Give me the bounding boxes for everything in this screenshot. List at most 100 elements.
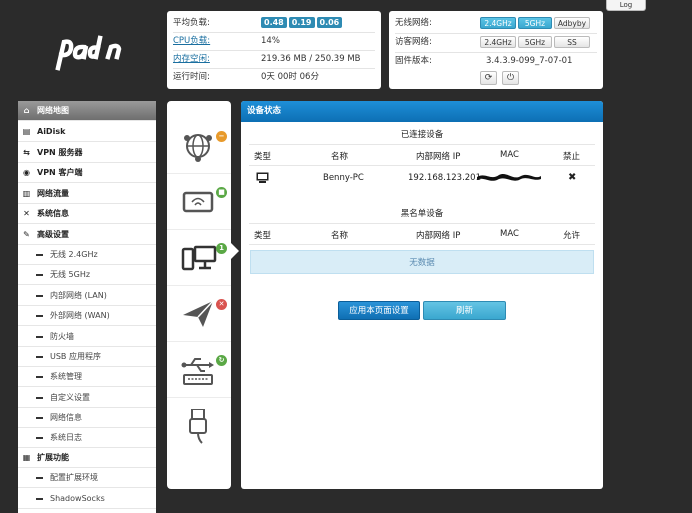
devices-icon bbox=[181, 245, 217, 271]
sidebar-item-label: 网络地图 bbox=[37, 106, 69, 115]
wrench-icon: ✎ bbox=[23, 230, 30, 239]
refresh-icon[interactable]: ⟳ bbox=[480, 71, 497, 85]
dash-icon bbox=[36, 396, 43, 399]
sidebar-item-netinfo[interactable]: 网络信息 bbox=[18, 408, 156, 428]
refresh-button[interactable]: 刷新 bbox=[423, 301, 506, 320]
usb-icon bbox=[181, 358, 214, 385]
ss-button[interactable]: SS bbox=[554, 36, 590, 48]
sidebar-item-lan[interactable]: 内部网络 (LAN) bbox=[18, 286, 156, 306]
wireless-status-card: 无线网络: 2.4GHz 5GHz Adbyby 访客网络: 2.4GHz 5G… bbox=[389, 11, 603, 89]
guest-24-button[interactable]: 2.4GHz bbox=[480, 36, 516, 48]
sidebar-item-label: 无线 5GHz bbox=[50, 270, 91, 279]
guest-5-button[interactable]: 5GHz bbox=[518, 36, 552, 48]
sidebar-item-label: VPN 客户端 bbox=[37, 168, 83, 177]
sidebar-item-extensions[interactable]: ▦ 扩展功能 bbox=[18, 448, 156, 468]
device-ip: 192.168.123.201 bbox=[408, 173, 482, 183]
clients-tile[interactable]: 1 bbox=[167, 231, 231, 286]
sidebar-item-wifi24[interactable]: 无线 2.4GHz bbox=[18, 245, 156, 265]
col-name: 名称 bbox=[331, 152, 349, 162]
usb-plug-icon bbox=[189, 409, 207, 444]
padavan-logo bbox=[55, 35, 122, 71]
shuffle-icon: ✕ bbox=[23, 209, 30, 218]
mem-value: 219.36 MB / 250.39 MB bbox=[261, 54, 361, 64]
device-name: Benny-PC bbox=[323, 173, 364, 183]
sidebar-item-label: 系统管理 bbox=[50, 372, 82, 381]
warning-icon: − bbox=[216, 131, 227, 142]
vpn-tile[interactable]: ✕ bbox=[167, 287, 231, 342]
dash-icon bbox=[36, 355, 43, 358]
block-button[interactable]: ✖ bbox=[568, 172, 576, 183]
guest-device-tile[interactable]: ■ bbox=[167, 175, 231, 230]
sidebar-item-wifi5[interactable]: 无线 5GHz bbox=[18, 265, 156, 285]
sidebar-item-label: 系统信息 bbox=[37, 209, 69, 218]
uptime-value: 0天 00时 06分 bbox=[261, 72, 319, 82]
uptime-label: 运行时间: bbox=[173, 72, 210, 82]
usb-port-tile[interactable] bbox=[167, 399, 231, 454]
load-badge-15: 0.06 bbox=[316, 17, 343, 28]
dash-icon bbox=[36, 476, 43, 479]
col-mac: MAC bbox=[500, 150, 519, 160]
sidebar-item-network-map[interactable]: ⌂ 网络地图 bbox=[18, 101, 156, 121]
sidebar-item-shadowsocks[interactable]: ShadowSocks bbox=[18, 489, 156, 509]
home-icon: ⌂ bbox=[23, 106, 30, 115]
connected-devices-title: 已连接设备 bbox=[400, 130, 444, 140]
device-icon-bar: − ■ 1 ✕ ↻ bbox=[167, 101, 231, 489]
list-icon: ▥ bbox=[22, 189, 31, 198]
sidebar-item-usb[interactable]: USB 应用程序 bbox=[18, 347, 156, 367]
sidebar-item-syslog[interactable]: 系统日志 bbox=[18, 428, 156, 448]
refresh-badge-icon: ↻ bbox=[216, 355, 227, 366]
dash-icon bbox=[36, 375, 43, 378]
grid-icon: ▦ bbox=[22, 453, 31, 462]
sidebar-item-label: 无线 2.4GHz bbox=[50, 250, 98, 259]
sidebar-item-vpn-server[interactable]: ⇆ VPN 服务器 bbox=[18, 143, 156, 163]
dash-icon bbox=[36, 273, 43, 276]
col-block: 禁止 bbox=[563, 152, 581, 162]
sidebar-item-custom[interactable]: 自定义设置 bbox=[18, 388, 156, 408]
device-status-panel: 设备状态 已连接设备 类型 名称 内部网络 IP MAC 禁止 Benny-PC… bbox=[241, 101, 603, 489]
wifi-5-button[interactable]: 5GHz bbox=[518, 17, 552, 29]
panel-title: 设备状态 bbox=[241, 101, 603, 122]
col-allow: 允许 bbox=[563, 231, 581, 241]
dash-icon bbox=[36, 335, 43, 338]
sidebar-item-label: 网络信息 bbox=[50, 413, 82, 422]
sidebar-item-label: VPN 服务器 bbox=[37, 148, 83, 157]
mem-link[interactable]: 内存空闲: bbox=[173, 52, 253, 66]
col-ip: 内部网络 IP bbox=[416, 231, 461, 241]
col-name: 名称 bbox=[331, 231, 349, 241]
selected-pointer bbox=[231, 243, 239, 259]
dash-icon bbox=[36, 253, 43, 256]
logout-button[interactable]: Log bbox=[606, 0, 646, 11]
col-mac: MAC bbox=[500, 229, 519, 239]
wifi-24-button[interactable]: 2.4GHz bbox=[480, 17, 516, 29]
sidebar-item-admin[interactable]: 系统管理 bbox=[18, 367, 156, 387]
col-type: 类型 bbox=[254, 231, 272, 241]
sidebar-item-traffic[interactable]: ▥ 网络流量 bbox=[18, 184, 156, 204]
power-icon[interactable]: ⏻ bbox=[502, 71, 519, 85]
no-data-notice: 无数据 bbox=[250, 250, 594, 274]
col-type: 类型 bbox=[254, 152, 272, 162]
apply-button[interactable]: 应用本页面设置 bbox=[338, 301, 420, 320]
sidebar-item-label: ShadowSocks bbox=[50, 494, 105, 503]
sidebar-item-vpn-client[interactable]: ◉ VPN 客户端 bbox=[18, 163, 156, 183]
sidebar-item-ext-env[interactable]: 配置扩展环境 bbox=[18, 468, 156, 488]
sidebar-item-label: 防火墙 bbox=[50, 332, 74, 341]
dash-icon bbox=[36, 314, 43, 317]
sidebar-item-wan[interactable]: 外部网络 (WAN) bbox=[18, 306, 156, 326]
cpu-link[interactable]: CPU负载: bbox=[173, 34, 253, 48]
dash-icon bbox=[36, 436, 43, 439]
cpu-value: 14% bbox=[261, 36, 280, 46]
guest-label: 访客网络: bbox=[395, 37, 432, 47]
sidebar-item-aidisk[interactable]: ▤ AiDisk bbox=[18, 122, 156, 142]
adbyby-button[interactable]: Adbyby bbox=[554, 17, 590, 29]
sidebar-item-firewall[interactable]: 防火墙 bbox=[18, 327, 156, 347]
sidebar-item-label: 内部网络 (LAN) bbox=[50, 291, 107, 300]
internet-status-tile[interactable]: − bbox=[167, 119, 231, 174]
sidebar-item-advanced[interactable]: ✎ 高级设置 bbox=[18, 225, 156, 245]
sidebar-item-label: 高级设置 bbox=[37, 230, 69, 239]
blacklist-title: 黑名单设备 bbox=[400, 209, 444, 219]
sidebar-item-sysinfo[interactable]: ✕ 系统信息 bbox=[18, 204, 156, 224]
sidebar-item-label: USB 应用程序 bbox=[50, 352, 101, 361]
usb-tile[interactable]: ↻ bbox=[167, 343, 231, 398]
sidebar-menu: ⌂ 网络地图 ▤ AiDisk ⇆ VPN 服务器 ◉ VPN 客户端 ▥ 网络流量 ✕ 系… bbox=[18, 101, 156, 513]
tablet-wifi-icon bbox=[182, 191, 214, 213]
